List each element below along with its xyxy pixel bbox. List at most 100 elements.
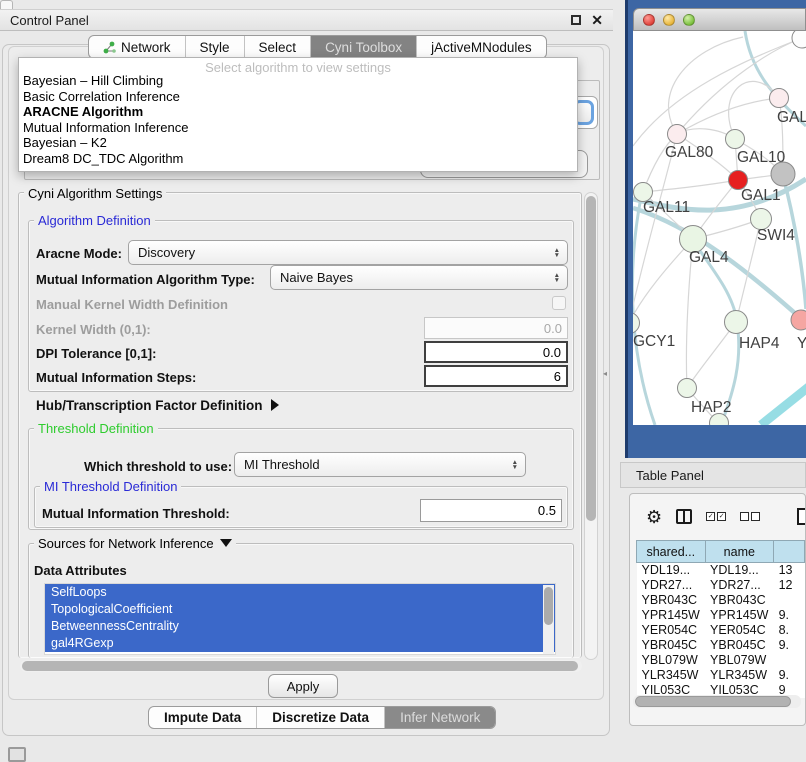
mi-threshold-field[interactable]: 0.5: [420, 499, 562, 522]
table-cell[interactable]: YER054C: [705, 623, 774, 638]
gear-icon[interactable]: ⚙: [646, 508, 662, 526]
table-cell[interactable]: YDL19...: [637, 563, 706, 578]
sources-expander[interactable]: Sources for Network Inference: [34, 536, 236, 551]
tab-style[interactable]: Style: [186, 36, 245, 58]
network-node-gcy1[interactable]: [633, 313, 640, 334]
dropdown-item[interactable]: Bayesian – Hill Climbing: [19, 73, 577, 89]
table-row[interactable]: YDL19...YDL19...13: [637, 563, 805, 578]
tab-network[interactable]: Network: [89, 36, 186, 58]
tab-discretize-data[interactable]: Discretize Data: [257, 707, 385, 728]
network-node[interactable]: [792, 31, 806, 48]
network-edge[interactable]: [633, 134, 677, 323]
network-node-hap2[interactable]: [678, 379, 697, 398]
settings-horizontal-scrollbar[interactable]: [20, 660, 582, 672]
checked-pair-icon[interactable]: ✓✓: [706, 512, 726, 521]
minimized-panel-icon[interactable]: [8, 747, 26, 762]
panel-corner-tab[interactable]: [0, 0, 13, 9]
network-edge[interactable]: [761, 385, 806, 425]
network-edge[interactable]: [633, 239, 693, 323]
table-cell[interactable]: YLR345W: [637, 668, 706, 683]
network-node[interactable]: [771, 162, 795, 186]
tab-impute-data[interactable]: Impute Data: [149, 707, 257, 728]
kernel-width-field[interactable]: 0.0: [424, 317, 568, 339]
zoom-traffic-light[interactable]: [683, 14, 695, 26]
tab-jactivemnodules[interactable]: jActiveMNodules: [417, 36, 546, 58]
network-edge[interactable]: [687, 322, 736, 388]
network-window-titlebar[interactable]: [633, 8, 806, 31]
attribute-item-selected[interactable]: TopologicalCoefficient: [45, 601, 555, 618]
float-window-icon[interactable]: [571, 15, 581, 25]
manual-kernel-checkbox[interactable]: [552, 296, 566, 310]
mi-steps-field[interactable]: 6: [424, 365, 568, 387]
column-header[interactable]: shared...: [637, 541, 706, 563]
table-cell[interactable]: YER054C: [637, 623, 706, 638]
data-attributes-list[interactable]: SelfLoopsTopologicalCoefficientBetweenne…: [44, 583, 556, 655]
table-cell[interactable]: YPR145W: [637, 608, 706, 623]
aracne-mode-select[interactable]: Discovery ▲▼: [128, 240, 568, 265]
panel-divider-handle[interactable]: ◂: [603, 369, 608, 378]
table-row[interactable]: YBL079WYBL079W: [637, 653, 805, 668]
table-cell[interactable]: YDR27...: [705, 578, 774, 593]
table-row[interactable]: YBR045CYBR045C9.: [637, 638, 805, 653]
table-cell[interactable]: YBL079W: [637, 653, 706, 668]
network-node-y[interactable]: [791, 310, 806, 330]
network-node-gal[interactable]: [770, 89, 789, 108]
attributes-scrollbar[interactable]: [543, 585, 554, 655]
dropdown-item[interactable]: Bayesian – K2: [19, 135, 577, 151]
attribute-item-selected[interactable]: SelfLoops: [45, 584, 555, 601]
unchecked-pair-icon[interactable]: [740, 512, 760, 521]
close-icon[interactable]: ✕: [591, 12, 603, 29]
table-horizontal-scrollbar[interactable]: [633, 695, 801, 708]
table-cell[interactable]: YBL079W: [705, 653, 774, 668]
attribute-item-selected[interactable]: BetweennessCentrality: [45, 618, 555, 635]
table-cell[interactable]: YPR145W: [705, 608, 774, 623]
tab-cyni-toolbox[interactable]: Cyni Toolbox: [311, 36, 417, 58]
table-row[interactable]: YBR043CYBR043C: [637, 593, 805, 608]
dropdown-item[interactable]: ARACNE Algorithm: [19, 104, 577, 120]
table-cell[interactable]: YBR043C: [705, 593, 774, 608]
dropdown-item[interactable]: Basic Correlation Inference: [19, 89, 577, 105]
table-cell[interactable]: YLR345W: [705, 668, 774, 683]
dropdown-item[interactable]: Mutual Information Inference: [19, 120, 577, 136]
document-icon[interactable]: [797, 508, 806, 525]
minimize-traffic-light[interactable]: [663, 14, 675, 26]
tab-infer-network[interactable]: Infer Network: [385, 707, 495, 728]
network-edge[interactable]: [643, 134, 677, 192]
table-cell[interactable]: 13: [774, 563, 805, 578]
table-row[interactable]: YLR345WYLR345W9.: [637, 668, 805, 683]
mi-algorithm-type-select[interactable]: Naive Bayes ▲▼: [270, 265, 568, 290]
column-header[interactable]: name: [705, 541, 774, 563]
table-cell[interactable]: YBR045C: [705, 638, 774, 653]
node-attribute-table[interactable]: shared...name YDL19...YDL19...13YDR27...…: [636, 540, 805, 698]
column-header[interactable]: [774, 541, 805, 563]
network-edge[interactable]: [643, 180, 738, 192]
network-node-hap4[interactable]: [725, 311, 748, 334]
table-row[interactable]: YER054CYER054C8.: [637, 623, 805, 638]
table-row[interactable]: YDR27...YDR27...12: [637, 578, 805, 593]
table-cell[interactable]: YBR043C: [637, 593, 706, 608]
table-cell[interactable]: 8.: [774, 623, 805, 638]
network-graph[interactable]: GALGAL80GAL10GAL1GAL11SWI4GAL4GCY1HAP4YH…: [633, 31, 806, 425]
table-cell[interactable]: [774, 653, 805, 668]
table-row[interactable]: YPR145WYPR145W9.: [637, 608, 805, 623]
table-cell[interactable]: [774, 593, 805, 608]
table-cell[interactable]: 9.: [774, 668, 805, 683]
close-traffic-light[interactable]: [643, 14, 655, 26]
table-cell[interactable]: 9.: [774, 638, 805, 653]
which-threshold-select[interactable]: MI Threshold ▲▼: [234, 452, 526, 477]
network-node-gal10[interactable]: [726, 130, 745, 149]
dropdown-item[interactable]: Dream8 DC_TDC Algorithm: [19, 151, 577, 167]
columns-icon[interactable]: [676, 509, 692, 524]
table-cell[interactable]: YDR27...: [637, 578, 706, 593]
table-cell[interactable]: 9.: [774, 608, 805, 623]
dpi-tolerance-field[interactable]: 0.0: [424, 341, 568, 363]
hub-definition-expander[interactable]: Hub/Transcription Factor Definition: [36, 398, 279, 413]
tab-select[interactable]: Select: [245, 36, 312, 58]
network-view-canvas[interactable]: GALGAL80GAL10GAL1GAL11SWI4GAL4GCY1HAP4YH…: [633, 31, 806, 425]
apply-button[interactable]: Apply: [268, 674, 338, 698]
network-node-gal80[interactable]: [668, 125, 687, 144]
attribute-item-selected[interactable]: gal4RGexp: [45, 635, 555, 652]
table-cell[interactable]: 12: [774, 578, 805, 593]
table-cell[interactable]: YBR045C: [637, 638, 706, 653]
table-cell[interactable]: YDL19...: [705, 563, 774, 578]
